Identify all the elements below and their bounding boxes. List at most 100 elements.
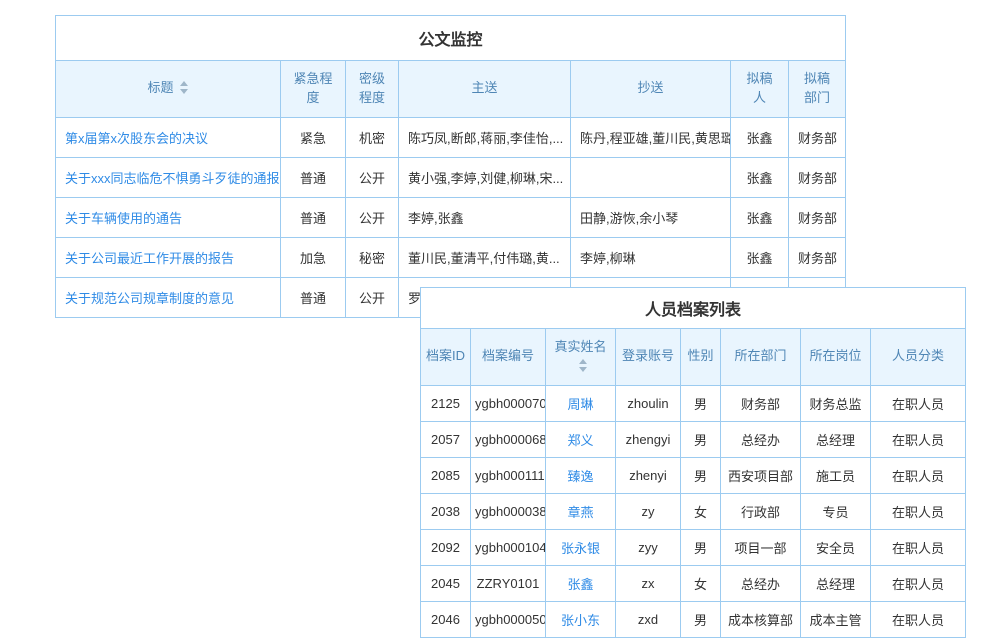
table-row: 关于车辆使用的通告 普通 公开 李婷,张鑫 田静,游恢,余小琴 张鑫 财务部 <box>56 197 846 237</box>
cell-draft-dept: 财务部 <box>789 157 846 197</box>
table-row: 第x届第x次股东会的决议 紧急 机密 陈巧凤,断郎,蒋丽,李佳怡,... 陈丹,… <box>56 117 846 157</box>
cell-archive-no: ygbh000050 <box>471 601 546 637</box>
cell-main-send: 李婷,张鑫 <box>399 197 571 237</box>
person-name-link[interactable]: 章燕 <box>567 505 593 520</box>
table-row: 2046 ygbh000050 张小东 zxd 男 成本核算部 成本主管 在职人… <box>421 601 966 637</box>
doc-title-link[interactable]: 关于车辆使用的通告 <box>65 211 182 226</box>
cell-archive-id: 2125 <box>421 385 471 421</box>
cell-category: 在职人员 <box>871 565 966 601</box>
cell-category: 在职人员 <box>871 601 966 637</box>
cell-draft-dept: 财务部 <box>789 197 846 237</box>
col-header-draft-dept: 拟稿部门 <box>789 61 846 118</box>
col-header-main-send: 主送 <box>399 61 571 118</box>
cell-archive-no: ygbh000068 <box>471 421 546 457</box>
header-row: 标题 紧急程度 密级程度 主送 抄送 拟稿人 拟稿部门 <box>56 61 846 118</box>
table-title-row: 公文监控 <box>56 16 846 61</box>
cell-category: 在职人员 <box>871 457 966 493</box>
cell-position: 财务总监 <box>801 385 871 421</box>
cell-archive-no: ygbh000104 <box>471 529 546 565</box>
cell-archive-no: ygbh000038 <box>471 493 546 529</box>
cell-category: 在职人员 <box>871 529 966 565</box>
table-row: 2045 ZZRY0101 张鑫 zx 女 总经办 总经理 在职人员 <box>421 565 966 601</box>
doc-title-link[interactable]: 关于公司最近工作开展的报告 <box>65 251 234 266</box>
cell-login-account: zhengyi <box>616 421 681 457</box>
cell-real-name: 张鑫 <box>546 565 616 601</box>
col-header-archive-no: 档案编号 <box>471 329 546 386</box>
table-row: 关于xxx同志临危不惧勇斗歹徒的通报 普通 公开 黄小强,李婷,刘健,柳琳,宋.… <box>56 157 846 197</box>
cell-archive-no: ygbh000111 <box>471 457 546 493</box>
cell-department: 行政部 <box>721 493 801 529</box>
cell-cc: 田静,游恢,余小琴 <box>571 197 731 237</box>
cell-category: 在职人员 <box>871 421 966 457</box>
col-header-security: 密级程度 <box>346 61 399 118</box>
cell-position: 施工员 <box>801 457 871 493</box>
table-row: 2038 ygbh000038 章燕 zy 女 行政部 专员 在职人员 <box>421 493 966 529</box>
cell-login-account: zhenyi <box>616 457 681 493</box>
cell-login-account: zxd <box>616 601 681 637</box>
person-name-link[interactable]: 张小东 <box>561 613 600 628</box>
cell-real-name: 周琳 <box>546 385 616 421</box>
cell-department: 项目一部 <box>721 529 801 565</box>
person-name-link[interactable]: 周琳 <box>567 397 593 412</box>
cell-gender: 男 <box>681 601 721 637</box>
table-row: 2125 ygbh000070 周琳 zhoulin 男 财务部 财务总监 在职… <box>421 385 966 421</box>
cell-department: 总经办 <box>721 565 801 601</box>
cell-real-name: 章燕 <box>546 493 616 529</box>
cell-security: 机密 <box>346 117 399 157</box>
cell-department: 财务部 <box>721 385 801 421</box>
table-title: 人员档案列表 <box>421 288 966 329</box>
cell-login-account: zhoulin <box>616 385 681 421</box>
person-name-link[interactable]: 张鑫 <box>567 577 593 592</box>
table-row: 2085 ygbh000111 臻逸 zhenyi 男 西安项目部 施工员 在职… <box>421 457 966 493</box>
cell-title: 关于xxx同志临危不惧勇斗歹徒的通报 <box>56 157 281 197</box>
person-name-link[interactable]: 张永银 <box>561 541 600 556</box>
cell-urgency: 普通 <box>281 277 346 317</box>
cell-category: 在职人员 <box>871 493 966 529</box>
cell-archive-id: 2046 <box>421 601 471 637</box>
cell-urgency: 加急 <box>281 237 346 277</box>
cell-main-send: 董川民,董清平,付伟璐,黄... <box>399 237 571 277</box>
cell-security: 公开 <box>346 157 399 197</box>
person-name-link[interactable]: 臻逸 <box>567 469 593 484</box>
col-header-real-name-label: 真实姓名 <box>554 339 606 354</box>
cell-draft-dept: 财务部 <box>789 117 846 157</box>
cell-archive-id: 2038 <box>421 493 471 529</box>
cell-cc <box>571 157 731 197</box>
cell-position: 安全员 <box>801 529 871 565</box>
cell-position: 专员 <box>801 493 871 529</box>
table-row: 2057 ygbh000068 郑义 zhengyi 男 总经办 总经理 在职人… <box>421 421 966 457</box>
doc-title-link[interactable]: 关于规范公司规章制度的意见 <box>65 291 234 306</box>
col-header-gender: 性别 <box>681 329 721 386</box>
cell-title: 第x届第x次股东会的决议 <box>56 117 281 157</box>
cell-gender: 男 <box>681 529 721 565</box>
document-monitor-table: 公文监控 标题 紧急程度 密级程度 主送 抄送 拟稿人 拟稿部门 第x届第x次股… <box>55 15 846 318</box>
cell-real-name: 臻逸 <box>546 457 616 493</box>
table-title: 公文监控 <box>56 16 846 61</box>
cell-drafter: 张鑫 <box>731 197 789 237</box>
cell-cc: 陈丹,程亚雄,董川民,黄思璐... <box>571 117 731 157</box>
col-header-urgency: 紧急程度 <box>281 61 346 118</box>
cell-security: 公开 <box>346 197 399 237</box>
cell-urgency: 普通 <box>281 157 346 197</box>
col-header-login-account: 登录账号 <box>616 329 681 386</box>
col-header-category: 人员分类 <box>871 329 966 386</box>
cell-security: 秘密 <box>346 237 399 277</box>
cell-drafter: 张鑫 <box>731 117 789 157</box>
col-header-real-name[interactable]: 真实姓名 <box>546 329 616 386</box>
sort-icon[interactable] <box>578 358 588 373</box>
doc-title-link[interactable]: 第x届第x次股东会的决议 <box>65 131 208 146</box>
cell-department: 成本核算部 <box>721 601 801 637</box>
cell-login-account: zy <box>616 493 681 529</box>
cell-gender: 女 <box>681 493 721 529</box>
cell-department: 总经办 <box>721 421 801 457</box>
cell-gender: 男 <box>681 385 721 421</box>
col-header-title[interactable]: 标题 <box>56 61 281 118</box>
table-title-row: 人员档案列表 <box>421 288 966 329</box>
header-row: 档案ID 档案编号 真实姓名 登录账号 性别 所在部门 所在岗位 人员分类 <box>421 329 966 386</box>
sort-icon[interactable] <box>179 80 189 95</box>
doc-title-link[interactable]: 关于xxx同志临危不惧勇斗歹徒的通报 <box>65 171 280 186</box>
person-name-link[interactable]: 郑义 <box>567 433 593 448</box>
col-header-position: 所在岗位 <box>801 329 871 386</box>
cell-real-name: 张小东 <box>546 601 616 637</box>
cell-main-send: 陈巧凤,断郎,蒋丽,李佳怡,... <box>399 117 571 157</box>
